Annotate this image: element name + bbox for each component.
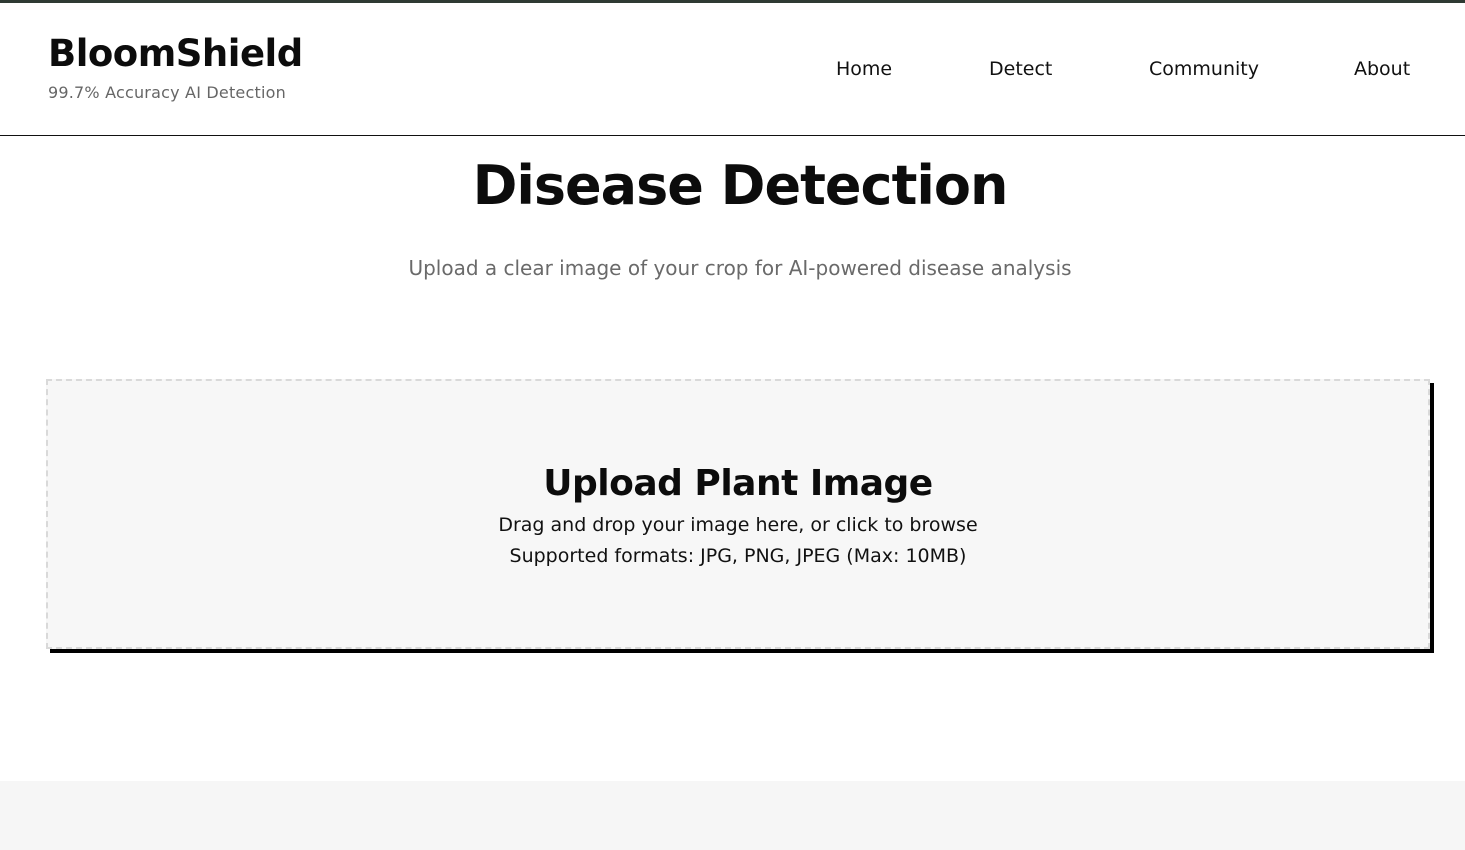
nav-link-community[interactable]: Community	[1149, 58, 1259, 80]
nav-link-home[interactable]: Home	[836, 58, 892, 80]
upload-dropzone[interactable]: Upload Plant Image Drag and drop your im…	[46, 379, 1430, 649]
brand-tagline: 99.7% Accuracy AI Detection	[48, 83, 286, 102]
nav-link-detect[interactable]: Detect	[989, 58, 1052, 80]
page-title: Disease Detection	[472, 154, 1009, 217]
site-header: BloomShield 99.7% Accuracy AI Detection …	[0, 3, 1465, 136]
page-subtitle: Upload a clear image of your crop for AI…	[408, 256, 1072, 280]
brand-title[interactable]: BloomShield	[48, 32, 303, 75]
nav-link-about[interactable]: About	[1354, 58, 1410, 80]
footer-band	[0, 781, 1465, 850]
